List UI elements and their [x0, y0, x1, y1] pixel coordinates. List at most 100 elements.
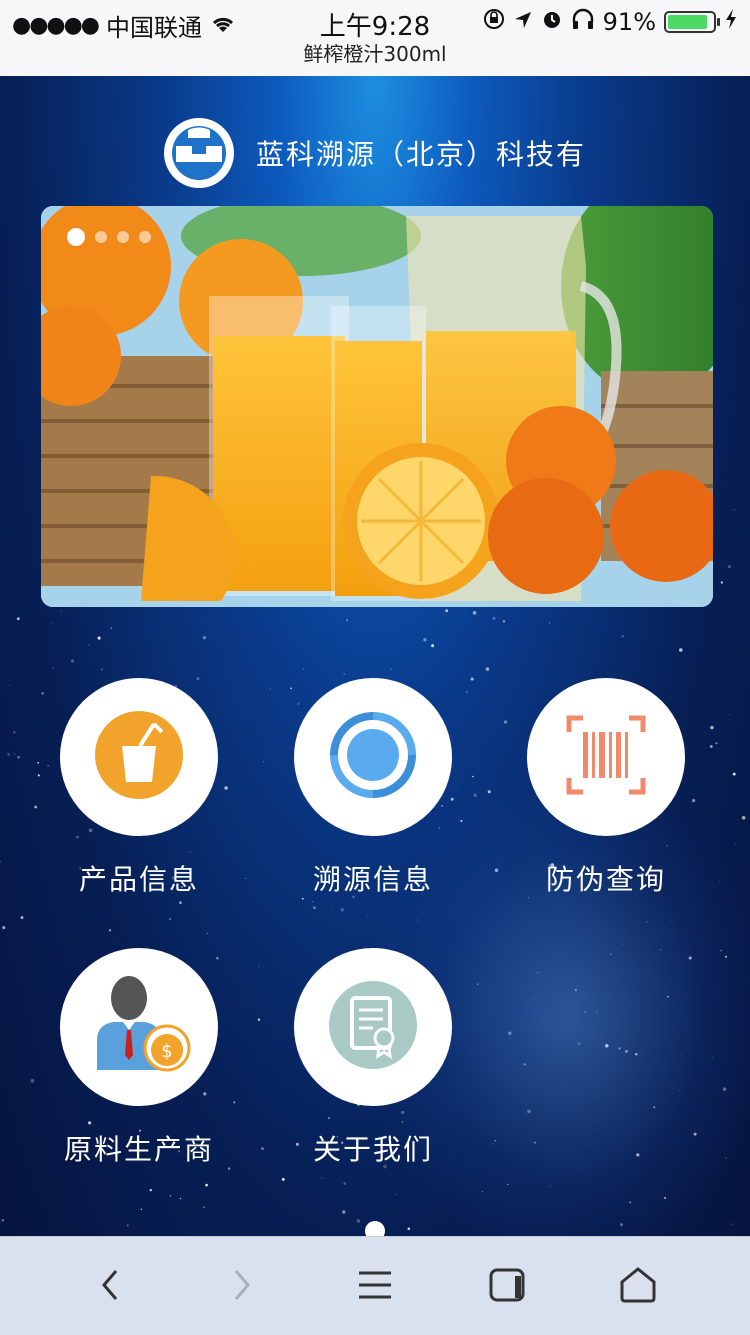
star	[281, 1177, 285, 1181]
menu-about-us-circle[interactable]	[294, 948, 452, 1106]
star	[423, 638, 427, 642]
orange-juice-photo	[41, 206, 713, 607]
page-indicator-dot	[365, 1221, 385, 1236]
forward-button[interactable]	[218, 1263, 266, 1311]
star	[206, 932, 208, 934]
menu-anti-fake[interactable]: 防伪查询	[506, 678, 706, 898]
star	[179, 1197, 182, 1200]
star	[313, 906, 316, 910]
star	[720, 581, 723, 584]
juice-cup-icon	[94, 710, 184, 804]
star	[269, 688, 271, 690]
star	[140, 1208, 142, 1210]
menu-product-info-circle[interactable]	[60, 678, 218, 836]
star	[445, 609, 449, 613]
battery-percent: 91%	[602, 8, 656, 36]
status-bar: ●●●●● 中国联通 上午9:28 91% 鲜榨橙汁300ml	[0, 0, 750, 76]
star	[340, 908, 344, 912]
star	[30, 1078, 35, 1083]
star	[110, 627, 113, 629]
star	[492, 617, 496, 620]
company-header: 蓝科溯源（北京）科技有	[0, 118, 750, 188]
carousel-dot[interactable]	[117, 231, 129, 243]
star	[331, 906, 333, 908]
star	[205, 1183, 208, 1187]
star	[472, 611, 477, 615]
home-icon	[618, 1266, 658, 1308]
star	[34, 805, 38, 809]
status-right: 91%	[483, 8, 738, 36]
back-button[interactable]	[86, 1263, 134, 1311]
star	[356, 1219, 361, 1223]
location-icon	[513, 8, 533, 36]
star	[343, 673, 345, 675]
company-logo	[163, 118, 234, 188]
carousel-dot[interactable]	[95, 231, 107, 243]
star	[97, 636, 101, 640]
star	[60, 610, 62, 612]
star	[367, 914, 369, 916]
star	[202, 1206, 205, 1209]
star	[321, 1177, 323, 1179]
star	[733, 509, 735, 511]
menu-button[interactable]	[351, 1263, 399, 1311]
star	[0, 860, 2, 863]
carousel-dot[interactable]	[139, 231, 151, 243]
svg-text:$: $	[161, 1041, 172, 1062]
star	[199, 1203, 201, 1205]
star	[485, 667, 490, 671]
hamburger-icon	[357, 1269, 393, 1305]
star	[126, 1224, 129, 1227]
star	[346, 619, 349, 622]
star	[116, 942, 118, 944]
producer-icon: $	[79, 970, 199, 1084]
star	[13, 730, 16, 734]
menu-about-us-label: 关于我们	[312, 1133, 433, 1166]
battery-icon	[664, 11, 720, 33]
chevron-left-icon	[98, 1267, 122, 1307]
menu-producer[interactable]: $ 原料生产商	[39, 948, 239, 1168]
menu-product-info[interactable]: 产品信息	[39, 678, 239, 898]
company-name: 蓝科溯源（北京）科技有	[255, 138, 586, 171]
star	[301, 897, 304, 900]
charging-icon	[724, 8, 738, 36]
menu-producer-label: 原料生产商	[63, 1133, 214, 1166]
star	[390, 668, 392, 670]
star	[621, 635, 624, 638]
tabs-button[interactable]	[484, 1263, 532, 1311]
star	[169, 1194, 172, 1197]
certificate-icon	[328, 980, 418, 1074]
star	[245, 878, 247, 880]
menu-trace-info[interactable]: 溯源信息	[273, 678, 473, 898]
star	[70, 659, 75, 663]
star	[431, 644, 435, 648]
carousel-dot[interactable]	[67, 228, 85, 246]
banner-carousel[interactable]	[41, 206, 713, 607]
headphones-icon	[571, 8, 595, 36]
star	[263, 761, 265, 762]
star	[52, 667, 54, 669]
star	[9, 684, 11, 686]
barcode-scan-icon	[561, 710, 651, 804]
star	[728, 714, 730, 715]
star	[464, 609, 465, 611]
star	[679, 648, 683, 652]
menu-about-us[interactable]: 关于我们	[273, 948, 473, 1168]
home-button[interactable]	[614, 1263, 662, 1311]
star	[302, 668, 305, 670]
star	[715, 742, 718, 745]
menu-anti-fake-label: 防伪查询	[545, 863, 666, 896]
menu-anti-fake-circle[interactable]	[527, 678, 685, 836]
star	[342, 1210, 346, 1214]
menu-producer-circle[interactable]: $	[60, 948, 218, 1106]
menu-product-info-label: 产品信息	[78, 863, 199, 896]
browser-toolbar	[0, 1236, 750, 1335]
star	[730, 635, 732, 637]
rotation-lock-icon	[483, 8, 505, 36]
menu-trace-info-circle[interactable]	[294, 678, 452, 836]
star	[221, 655, 223, 657]
star	[20, 916, 24, 919]
star	[549, 622, 551, 624]
star	[502, 620, 506, 623]
star	[709, 745, 713, 748]
